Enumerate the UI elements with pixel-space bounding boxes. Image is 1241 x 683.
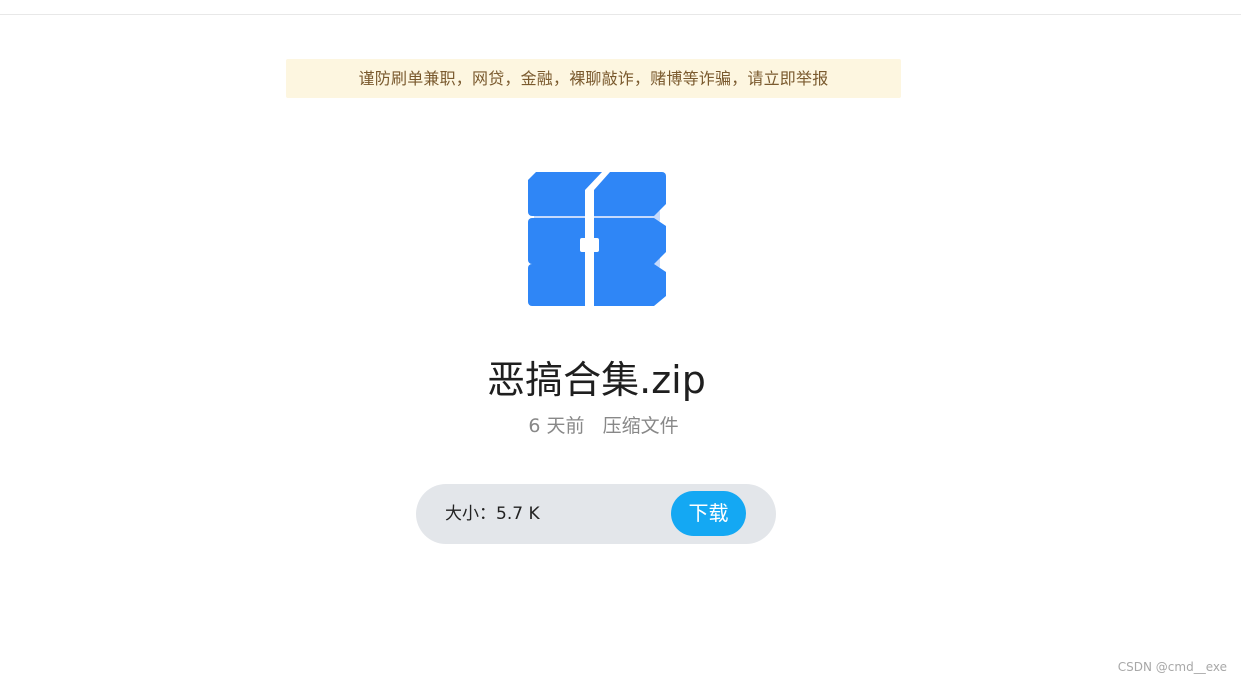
file-size: 大小：5.7 K (445, 504, 540, 524)
archive-zip-icon (524, 168, 670, 310)
watermark: CSDN @cmd__exe (1117, 660, 1227, 674)
file-time: 6 天前 (528, 415, 585, 437)
page: 谨防刷单兼职，网贷，金融，裸聊敲诈，赌博等诈骗，请立即举报 恶搞合集.zip 6… (0, 0, 1241, 683)
fraud-warning-notice: 谨防刷单兼职，网贷，金融，裸聊敲诈，赌博等诈骗，请立即举报 (286, 59, 901, 98)
file-type: 压缩文件 (602, 415, 679, 437)
file-meta: 6 天前 压缩文件 (0, 410, 1207, 442)
download-bar: 大小：5.7 K 下载 (416, 484, 776, 544)
header-divider (0, 14, 1241, 15)
file-name: 恶搞合集.zip (487, 358, 706, 402)
download-button[interactable]: 下载 (671, 491, 746, 536)
